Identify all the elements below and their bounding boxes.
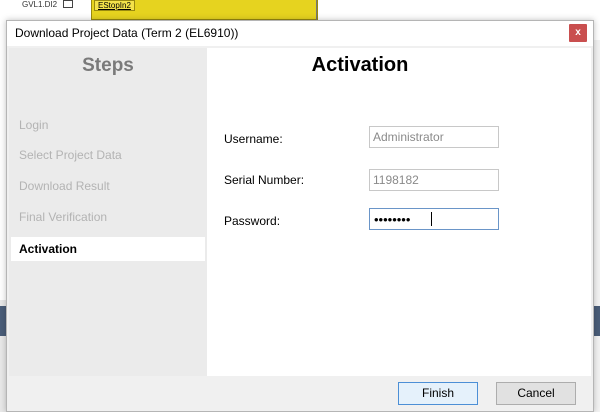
password-label: Password:	[224, 214, 281, 228]
page-title: Activation	[311, 54, 409, 76]
download-project-dialog: Download Project Data (Term 2 (EL6910)) …	[6, 20, 594, 412]
password-field[interactable]: ••••••••	[369, 208, 499, 230]
serial-number-label: Serial Number:	[224, 173, 305, 187]
steps-panel: Steps Login Select Project Data Download…	[9, 48, 207, 376]
username-label: Username:	[224, 132, 283, 146]
activation-content: Activation Username: Serial Number: Pass…	[207, 48, 591, 376]
finish-button[interactable]: Finish	[398, 382, 478, 405]
background-connector-icon	[63, 0, 73, 8]
step-activation: Activation	[11, 237, 205, 261]
dialog-title: Download Project Data (Term 2 (EL6910))	[15, 26, 239, 40]
background-block-label: EStopIn2	[94, 0, 135, 11]
text-caret	[431, 212, 432, 226]
password-masked-value: ••••••••	[374, 212, 411, 227]
background-variable-label: GVL1.DI2	[22, 0, 58, 9]
serial-number-field[interactable]	[369, 169, 499, 191]
close-button[interactable]: x	[569, 24, 587, 42]
dialog-footer: Finish Cancel	[7, 377, 593, 411]
dialog-titlebar[interactable]: Download Project Data (Term 2 (EL6910)) …	[7, 21, 593, 46]
step-download-result: Download Result	[19, 179, 110, 193]
step-select-project-data: Select Project Data	[19, 148, 122, 162]
username-field[interactable]	[369, 126, 499, 148]
cancel-button[interactable]: Cancel	[496, 382, 576, 405]
background-divider	[316, 0, 317, 20]
steps-heading: Steps	[82, 55, 134, 76]
close-icon: x	[575, 27, 581, 38]
step-login: Login	[19, 118, 49, 132]
step-final-verification: Final Verification	[19, 210, 108, 224]
